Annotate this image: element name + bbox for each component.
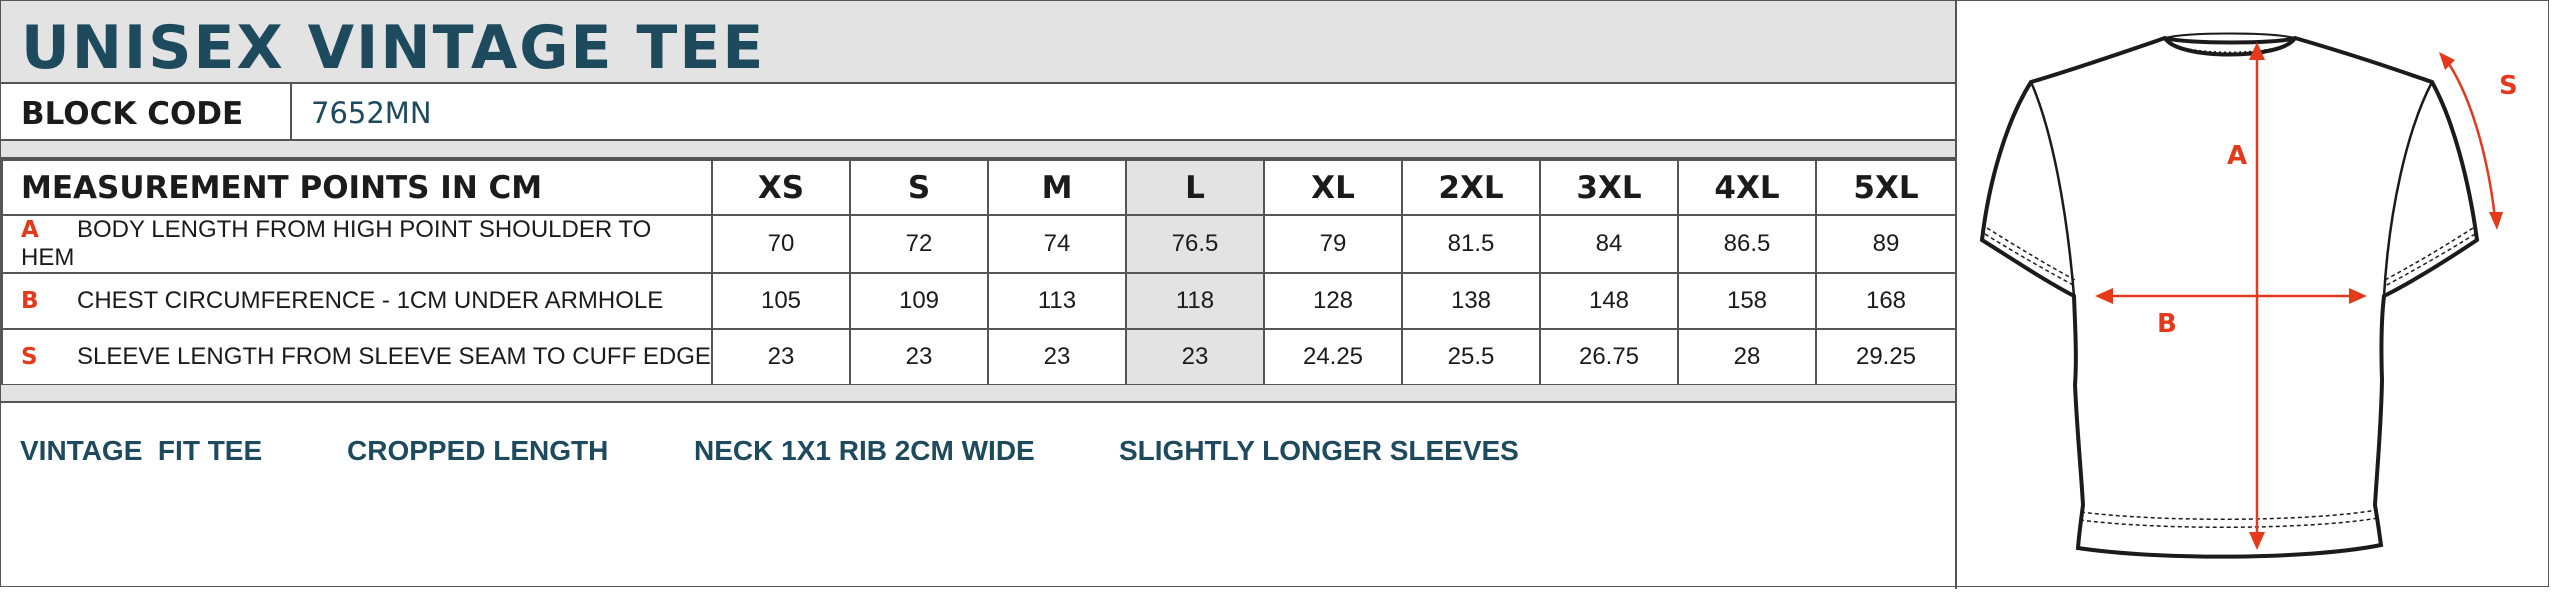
table-cell: 138	[1401, 272, 1541, 330]
block-code-separator	[290, 84, 292, 139]
table-cell: 113	[987, 272, 1127, 330]
size-header-row: MEASUREMENT POINTS IN CM XS S M L XL 2XL…	[1, 159, 1957, 216]
row-description-s: S SLEEVE LENGTH FROM SLEEVE SEAM TO CUFF …	[1, 328, 713, 386]
title-band: UNISEX VINTAGE TEE	[1, 1, 1955, 84]
table-cell: 26.75	[1539, 328, 1679, 386]
feature-list: VINTAGE FIT TEE CROPPED LENGTH NECK 1X1 …	[1, 425, 1955, 485]
table-cell: 148	[1539, 272, 1679, 330]
table-cell: 86.5	[1677, 214, 1817, 274]
measure-a-label: A	[2227, 141, 2247, 171]
table-cell: 109	[849, 272, 989, 330]
size-header-4xl: 4XL	[1677, 159, 1817, 216]
table-row: B CHEST CIRCUMFERENCE - 1CM UNDER ARMHOLE…	[1, 272, 1957, 330]
measure-b-label: B	[2157, 309, 2177, 339]
row-description-a: A BODY LENGTH FROM HIGH POINT SHOULDER TO…	[1, 214, 713, 274]
collar-back	[2164, 32, 2296, 39]
measure-s-arrow-bottom	[2489, 212, 2503, 230]
table-cell: 128	[1263, 272, 1403, 330]
tee-diagram: A B S	[1957, 0, 2549, 589]
table-cell: 23	[1125, 328, 1265, 386]
feature-neck-rib: NECK 1X1 RIB 2CM WIDE	[694, 435, 1035, 466]
size-header-xs: XS	[711, 159, 851, 216]
table-cell: 76.5	[1125, 214, 1265, 274]
size-header-m: M	[987, 159, 1127, 216]
measure-s-label: S	[2499, 71, 2518, 101]
block-code-label: BLOCK CODE	[21, 96, 244, 132]
row-description-b: B CHEST CIRCUMFERENCE - 1CM UNDER ARMHOLE	[1, 272, 713, 330]
size-header-xl: XL	[1263, 159, 1403, 216]
table-cell: 89	[1815, 214, 1957, 274]
size-header-2xl: 2XL	[1401, 159, 1541, 216]
spacer-band-top	[1, 141, 1955, 159]
table-cell: 25.5	[1401, 328, 1541, 386]
tshirt-illustration: A B S	[1979, 32, 2518, 559]
block-code-value: 7652MN	[311, 96, 432, 130]
row-description-text: SLEEVE LENGTH FROM SLEEVE SEAM TO CUFF E…	[77, 343, 711, 370]
block-code-row: BLOCK CODE 7652MN	[1, 84, 1955, 141]
feature-longer-sleeves: SLIGHTLY LONGER SLEEVES	[1119, 435, 1519, 466]
page-title: UNISEX VINTAGE TEE	[21, 13, 766, 83]
table-cell: 29.25	[1815, 328, 1957, 386]
table-cell: 74	[987, 214, 1127, 274]
table-cell: 72	[849, 214, 989, 274]
size-table: MEASUREMENT POINTS IN CM XS S M L XL 2XL…	[1, 159, 1957, 386]
row-description-text: CHEST CIRCUMFERENCE - 1CM UNDER ARMHOLE	[77, 287, 664, 314]
measurement-points-header: MEASUREMENT POINTS IN CM	[1, 159, 713, 216]
table-cell: 79	[1263, 214, 1403, 274]
size-header-3xl: 3XL	[1539, 159, 1679, 216]
row-letter: S	[21, 344, 38, 370]
table-cell: 105	[711, 272, 851, 330]
size-header-5xl: 5XL	[1815, 159, 1957, 216]
table-cell: 158	[1677, 272, 1817, 330]
size-header-s: S	[849, 159, 989, 216]
feature-vintage-fit: VINTAGE FIT TEE	[20, 435, 263, 466]
table-cell: 168	[1815, 272, 1957, 330]
feature-cropped-length: CROPPED LENGTH	[347, 435, 609, 466]
shirt-outline	[1979, 35, 2480, 559]
table-cell: 118	[1125, 272, 1265, 330]
table-cell: 84	[1539, 214, 1679, 274]
table-cell: 81.5	[1401, 214, 1541, 274]
table-row: S SLEEVE LENGTH FROM SLEEVE SEAM TO CUFF …	[1, 328, 1957, 386]
table-cell: 70	[711, 214, 851, 274]
table-cell: 23	[849, 328, 989, 386]
size-header-l: L	[1125, 159, 1265, 216]
spec-sheet-left-panel: UNISEX VINTAGE TEE BLOCK CODE 7652MN MEA…	[0, 0, 1957, 589]
row-description-text: BODY LENGTH FROM HIGH POINT SHOULDER TO …	[21, 216, 652, 271]
row-letter: A	[21, 217, 39, 243]
spacer-band-bottom	[1, 385, 1955, 403]
table-cell: 23	[711, 328, 851, 386]
row-letter: B	[21, 288, 39, 314]
measure-s-arrow-top	[2439, 52, 2455, 70]
table-cell: 28	[1677, 328, 1817, 386]
table-row: A BODY LENGTH FROM HIGH POINT SHOULDER TO…	[1, 214, 1957, 274]
table-cell: 24.25	[1263, 328, 1403, 386]
table-cell: 23	[987, 328, 1127, 386]
